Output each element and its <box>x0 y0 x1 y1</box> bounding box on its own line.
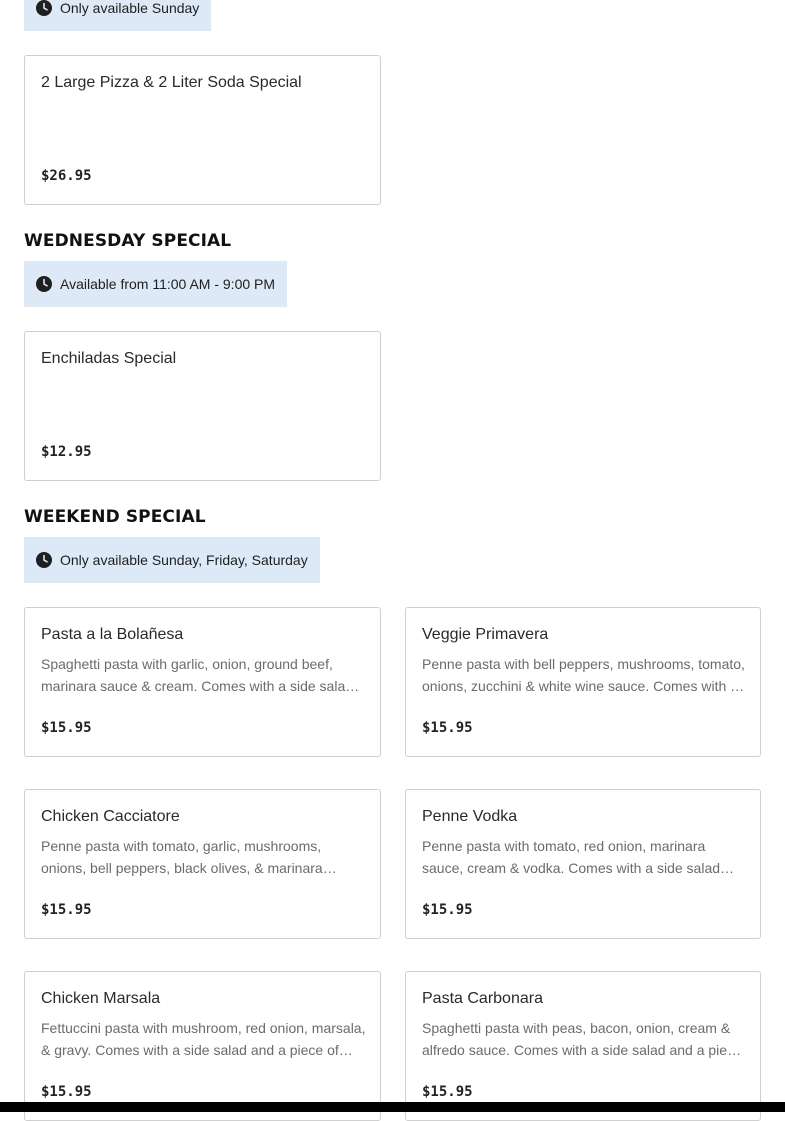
menu-item-card[interactable]: Chicken Cacciatore Penne pasta with toma… <box>24 789 381 939</box>
menu-item-name: Penne Vodka <box>422 808 518 825</box>
menu-item-description: Penne pasta with tomato, garlic, mushroo… <box>41 838 323 876</box>
clock-icon <box>36 552 52 568</box>
section-title-weekend: WEEKEND SPECIAL <box>24 507 206 527</box>
menu-item-name: Chicken Marsala <box>41 990 161 1007</box>
menu-item-description: Penne pasta with bell peppers, mushrooms… <box>422 656 745 694</box>
menu-item-price: $15.95 <box>41 720 92 736</box>
menu-item-card[interactable]: Pasta a la Bolañesa Spaghetti pasta with… <box>24 607 381 757</box>
menu-item-description: Spaghetti pasta with peas, bacon, onion,… <box>422 1020 742 1058</box>
menu-item-card[interactable]: Veggie Primavera Penne pasta with bell p… <box>405 607 761 757</box>
menu-item-description: Spaghetti pasta with garlic, onion, grou… <box>41 656 354 694</box>
menu-item-card[interactable]: Enchiladas Special $12.95 <box>24 331 381 481</box>
clock-icon <box>36 0 52 16</box>
menu-item-price: $15.95 <box>422 720 473 736</box>
menu-item-description: Fettuccini pasta with mushroom, red onio… <box>41 1020 366 1058</box>
availability-badge-wednesday: Available from 11:00 AM - 9:00 PM <box>24 261 288 307</box>
menu-item-name: Pasta Carbonara <box>422 990 543 1007</box>
menu-item-price: $15.95 <box>422 1084 473 1100</box>
availability-text: Only available Sunday <box>60 0 200 16</box>
availability-text: Only available Sunday, Friday, Saturday <box>60 552 308 568</box>
menu-item-price: $12.95 <box>41 444 92 460</box>
menu-item-price: $26.95 <box>41 168 92 184</box>
menu-item-description: Penne pasta with tomato, red onion, mari… <box>422 838 721 876</box>
section-title-wednesday: WEDNESDAY SPECIAL <box>24 231 232 251</box>
menu-item-card[interactable]: Pasta Carbonara Spaghetti pasta with pea… <box>405 971 761 1121</box>
menu-item-card[interactable]: Penne Vodka Penne pasta with tomato, red… <box>405 789 761 939</box>
availability-badge-weekend: Only available Sunday, Friday, Saturday <box>24 537 320 583</box>
menu-item-price: $15.95 <box>41 1084 92 1100</box>
bottom-bar <box>0 1102 785 1112</box>
menu-item-name: 2 Large Pizza & 2 Liter Soda Special <box>41 74 302 91</box>
menu-item-name: Pasta a la Bolañesa <box>41 626 184 643</box>
availability-badge-sunday: Only available Sunday <box>24 0 212 31</box>
menu-item-name: Chicken Cacciatore <box>41 808 180 825</box>
menu-item-card[interactable]: 2 Large Pizza & 2 Liter Soda Special $26… <box>24 55 381 205</box>
menu-item-price: $15.95 <box>41 902 92 918</box>
menu-item-name: Enchiladas Special <box>41 350 177 367</box>
menu-item-name: Veggie Primavera <box>422 626 549 643</box>
menu-item-card[interactable]: Chicken Marsala Fettuccini pasta with mu… <box>24 971 381 1121</box>
menu-item-price: $15.95 <box>422 902 473 918</box>
clock-icon <box>36 276 52 292</box>
availability-text: Available from 11:00 AM - 9:00 PM <box>60 276 276 292</box>
